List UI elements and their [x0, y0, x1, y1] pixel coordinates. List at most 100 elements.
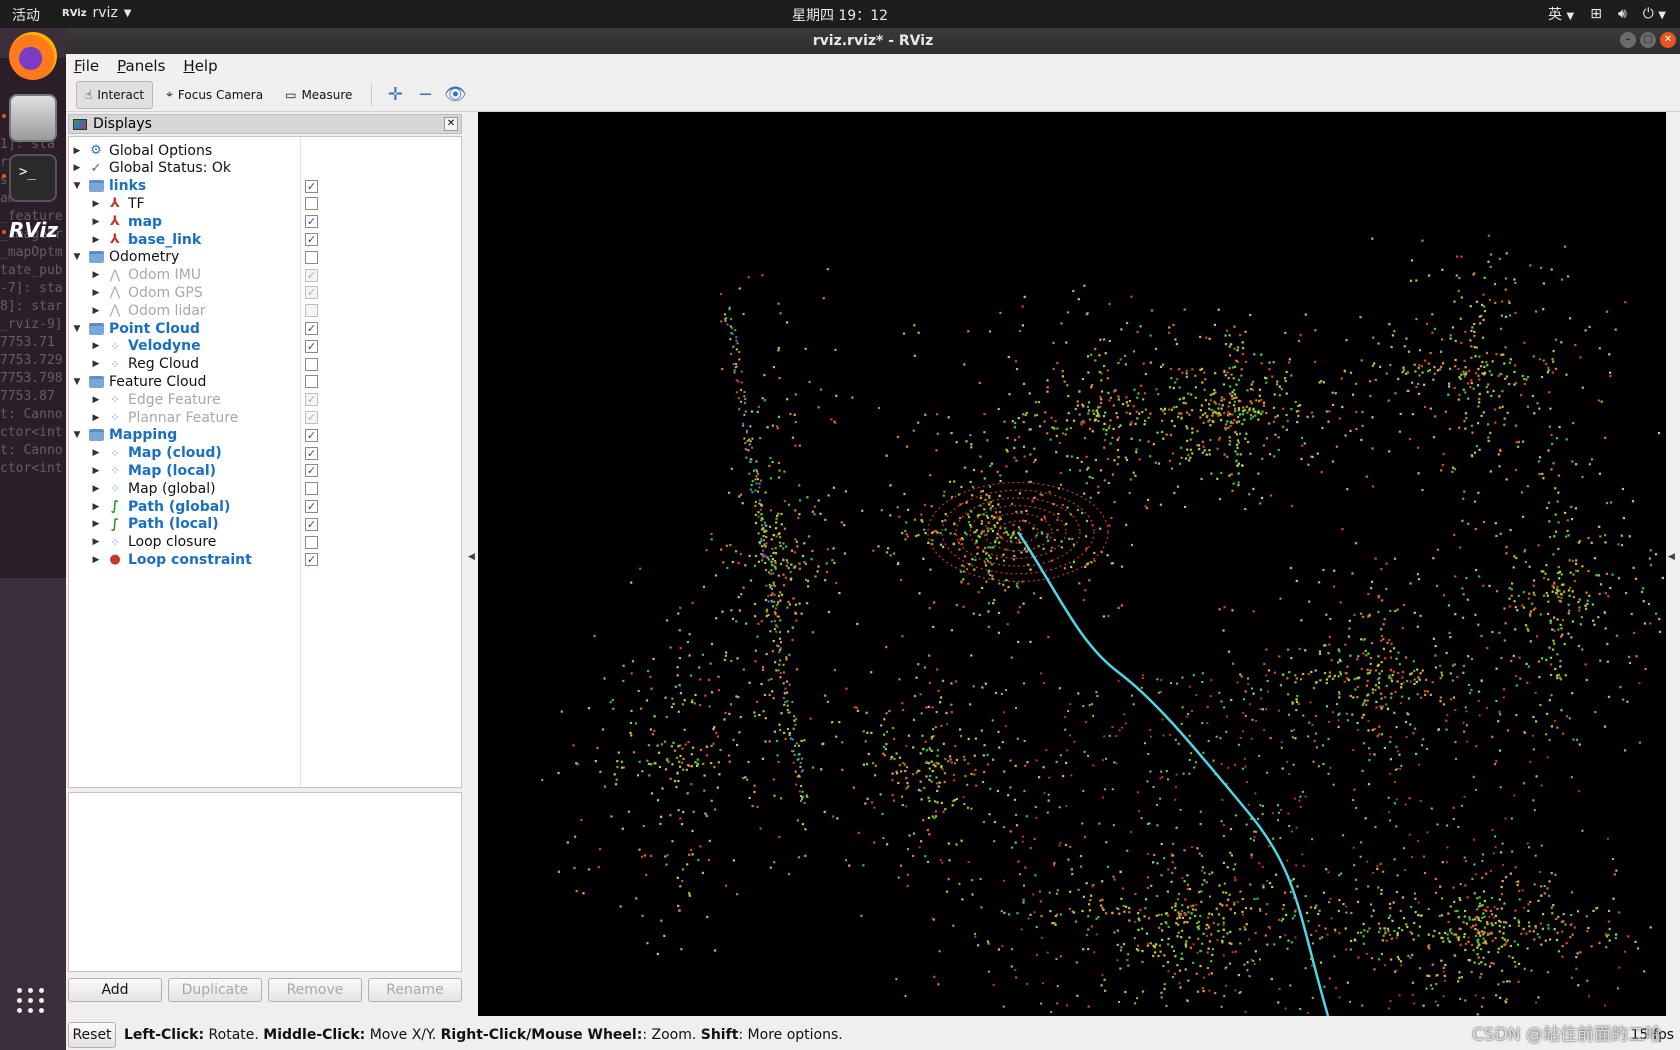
collapse-left-icon[interactable]: ◀ [468, 552, 475, 562]
display-row[interactable]: ▶ ∫ Path (global) ✓ [69, 497, 461, 516]
display-row[interactable]: ▶ ⋀ Odom lidar [69, 301, 461, 320]
expand-right-icon[interactable]: ▶ [91, 217, 101, 227]
system-tray[interactable]: 英 ▼ ⊞ 🔊︎ ⏻ ▼ [1548, 4, 1666, 24]
eye-icon[interactable]: 👁︎ [442, 82, 468, 108]
display-row[interactable]: ▼ Point Cloud ✓ [69, 319, 461, 338]
enable-checkbox[interactable] [305, 482, 318, 496]
expand-right-icon[interactable]: ▶ [91, 270, 101, 280]
enable-checkbox[interactable]: ✓ [305, 446, 318, 460]
expand-down-icon[interactable]: ▼ [72, 181, 82, 191]
volume-icon[interactable]: 🔊︎ [1618, 6, 1627, 22]
expand-right-icon[interactable]: ▶ [91, 537, 101, 547]
left-splitter[interactable]: ◀ [466, 112, 478, 1016]
minimize-icon[interactable]: – [1620, 32, 1636, 48]
enable-checkbox[interactable] [305, 535, 318, 549]
focus-camera-button[interactable]: ⌖ Focus Camera [157, 81, 272, 109]
display-row[interactable]: ▶ ● Loop constraint ✓ [69, 550, 461, 569]
enable-checkbox[interactable] [305, 197, 318, 211]
display-row[interactable]: ▶ ⁘ Map (local) ✓ [69, 461, 461, 480]
display-row[interactable]: ▶ ⁘ Velodyne ✓ [69, 337, 461, 356]
add-button[interactable]: Add [68, 978, 162, 1002]
maximize-icon[interactable]: □ [1640, 32, 1656, 48]
display-row[interactable]: ▶ ⅄ base_link ✓ [69, 230, 461, 249]
expand-down-icon[interactable]: ▼ [72, 377, 82, 387]
enable-checkbox[interactable]: ✓ [305, 322, 318, 335]
display-row[interactable]: ▶ ⁘ Map (cloud) ✓ [69, 444, 461, 463]
expand-right-icon[interactable]: ▶ [91, 484, 101, 494]
enable-checkbox[interactable] [305, 375, 318, 389]
expand-right-icon[interactable]: ▶ [91, 413, 101, 423]
enable-checkbox[interactable]: ✓ [305, 286, 318, 300]
expand-right-icon[interactable]: ▶ [91, 448, 101, 458]
display-row[interactable]: ▶ ⁘ Plannar Feature ✓ [69, 408, 461, 427]
power-icon[interactable]: ⏻ ▼ [1643, 6, 1666, 22]
remove-button[interactable]: Remove [268, 978, 362, 1002]
input-method-indicator[interactable]: 英 ▼ [1548, 4, 1574, 24]
expand-right-icon[interactable]: ▶ [72, 146, 82, 156]
enable-checkbox[interactable] [305, 357, 318, 371]
remove-tool-icon[interactable]: − [412, 82, 438, 108]
close-panel-icon[interactable]: ✕ [444, 117, 458, 131]
expand-right-icon[interactable]: ▶ [91, 235, 101, 245]
expand-right-icon[interactable]: ▶ [91, 502, 101, 512]
enable-checkbox[interactable]: ✓ [305, 215, 318, 229]
display-row[interactable]: ▶ ⅄ TF [69, 194, 461, 213]
expand-right-icon[interactable]: ▶ [91, 519, 101, 529]
display-row[interactable]: ▶ ⁘ Loop closure [69, 533, 461, 552]
display-row[interactable]: ▼ Odometry [69, 248, 461, 267]
enable-checkbox[interactable]: ✓ [305, 553, 318, 567]
reset-button[interactable]: Reset [68, 1022, 116, 1048]
display-row[interactable]: ▶ ⁘ Edge Feature ✓ [69, 390, 461, 409]
display-row[interactable]: ▶ ⋀ Odom IMU ✓ [69, 266, 461, 285]
terminal-icon[interactable]: >_ [9, 154, 57, 202]
expand-down-icon[interactable]: ▼ [72, 430, 82, 440]
enable-checkbox[interactable]: ✓ [305, 268, 318, 282]
collapse-right-icon[interactable]: ◀ [1668, 552, 1675, 562]
enable-checkbox[interactable]: ✓ [305, 393, 318, 407]
clock[interactable]: 星期四 19：12 [0, 5, 1680, 25]
network-icon[interactable]: ⊞ [1590, 6, 1602, 22]
expand-right-icon[interactable]: ▶ [91, 359, 101, 369]
expand-right-icon[interactable]: ▶ [91, 555, 101, 565]
enable-checkbox[interactable]: ✓ [305, 233, 318, 246]
rename-button[interactable]: Rename [368, 978, 462, 1002]
window-titlebar[interactable]: rviz.rviz* - RViz – □ ✕ [66, 28, 1680, 54]
display-row[interactable]: ▼ Mapping ✓ [69, 426, 461, 445]
expand-right-icon[interactable]: ▶ [91, 466, 101, 476]
enable-checkbox[interactable]: ✓ [305, 517, 318, 531]
rviz-icon[interactable]: RViz [9, 208, 58, 256]
point-cloud-render[interactable] [478, 112, 1666, 1016]
display-row[interactable]: ▼ Feature Cloud [69, 372, 461, 391]
show-applications-icon[interactable] [17, 988, 45, 1013]
display-row[interactable]: ▶ ⚙ Global Options [69, 141, 461, 160]
activities-button[interactable]: 活动 [12, 5, 40, 25]
menu-file[interactable]: File [74, 57, 99, 75]
interact-button[interactable]: ☝ Interact [76, 80, 154, 109]
expand-down-icon[interactable]: ▼ [72, 252, 82, 262]
files-icon[interactable] [9, 94, 57, 142]
measure-button[interactable]: ▭ Measure [276, 81, 361, 109]
enable-checkbox[interactable] [305, 304, 318, 318]
3d-viewport[interactable] [478, 112, 1666, 1016]
expand-down-icon[interactable]: ▼ [72, 324, 82, 334]
display-row[interactable]: ▼ links ✓ [69, 177, 461, 196]
menu-panels[interactable]: Panels [117, 57, 165, 75]
expand-right-icon[interactable]: ▶ [91, 395, 101, 405]
expand-right-icon[interactable]: ▶ [91, 288, 101, 298]
expand-right-icon[interactable]: ▶ [91, 306, 101, 316]
enable-checkbox[interactable]: ✓ [305, 411, 318, 424]
display-row[interactable]: ▶ ∫ Path (local) ✓ [69, 515, 461, 534]
display-row[interactable]: ▶ ✓ Global Status: Ok [69, 159, 461, 178]
display-row[interactable]: ▶ ⁘ Map (global) [69, 479, 461, 498]
enable-checkbox[interactable]: ✓ [305, 428, 318, 442]
app-menu[interactable]: RViz rviz ▼ [62, 5, 132, 21]
menu-help[interactable]: Help [183, 57, 217, 75]
enable-checkbox[interactable]: ✓ [305, 179, 318, 193]
display-row[interactable]: ▶ ⋀ Odom GPS ✓ [69, 283, 461, 302]
enable-checkbox[interactable]: ✓ [305, 500, 318, 513]
add-tool-icon[interactable]: ✛ [382, 82, 408, 108]
display-row[interactable]: ▶ ⅄ map ✓ [69, 212, 461, 231]
display-row[interactable]: ▶ ⁘ Reg Cloud [69, 355, 461, 374]
expand-right-icon[interactable]: ▶ [91, 199, 101, 209]
expand-right-icon[interactable]: ▶ [72, 163, 82, 173]
